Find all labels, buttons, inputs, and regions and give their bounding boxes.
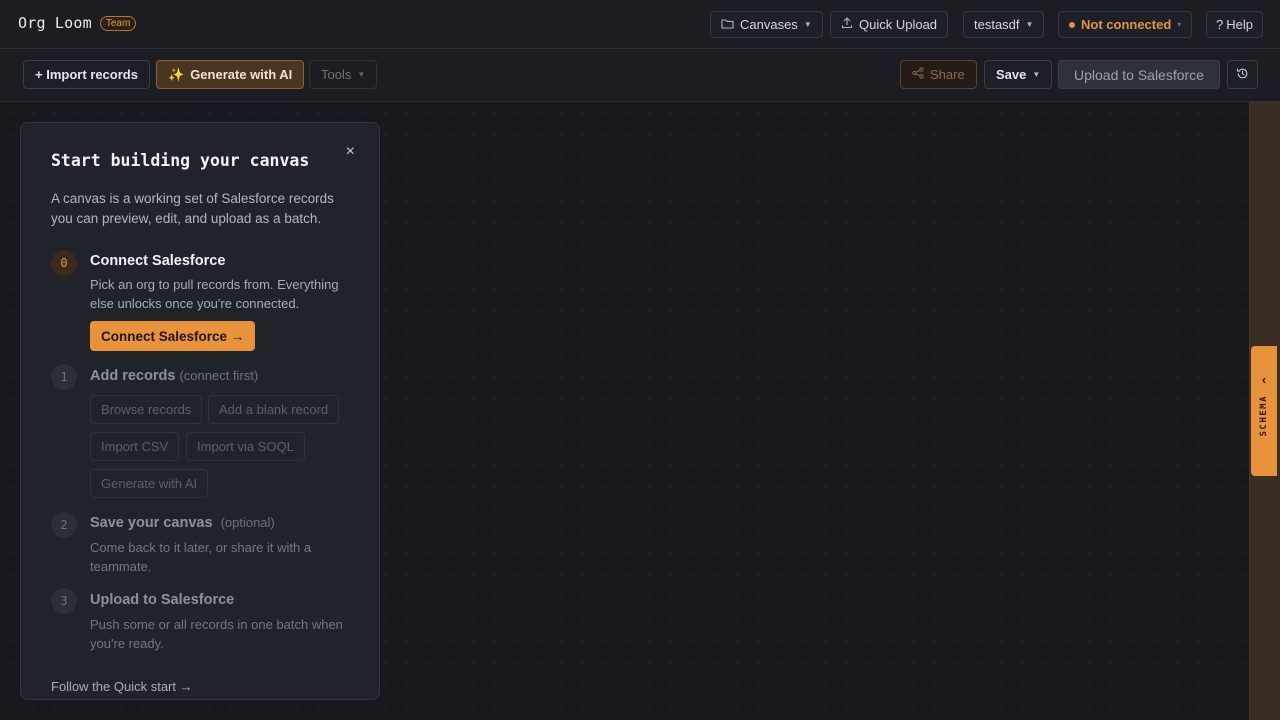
- brand[interactable]: Org Loom Team: [18, 14, 137, 32]
- onboarding-panel: × Start building your canvas A canvas is…: [20, 122, 380, 700]
- panel-intro: A canvas is a working set of Salesforce …: [51, 191, 334, 226]
- canvases-button[interactable]: Canvases ▼: [710, 11, 823, 38]
- generate-ai-chip[interactable]: Generate with AI: [90, 469, 209, 498]
- connection-status-button[interactable]: Not connected ▾: [1058, 11, 1193, 38]
- caret-down-icon: ▼: [1032, 70, 1041, 79]
- import-soql-button[interactable]: Import via SOQL: [186, 432, 305, 461]
- quick-start-link[interactable]: Follow the Quick start →: [51, 679, 193, 694]
- help-button[interactable]: ? Help: [1206, 11, 1263, 38]
- add-blank-record-button[interactable]: Add a blank record: [208, 395, 340, 424]
- schema-toggle[interactable]: ‹ SCHEMA: [1251, 346, 1277, 476]
- close-icon[interactable]: ×: [346, 143, 355, 161]
- step-desc-upload: Push some or all records in one batch wh…: [90, 617, 343, 651]
- status-dot-icon: [1069, 21, 1075, 28]
- step-subtitle: (connect first): [179, 368, 259, 383]
- step-desc-connect: Pick an org to pull records from. Everyt…: [90, 277, 339, 311]
- step-number: 0: [51, 250, 77, 276]
- chevron-left-icon: ‹: [1261, 372, 1267, 387]
- caret-down-icon: ▾: [1177, 20, 1182, 29]
- upload-to-salesforce-label: Upload to Salesforce: [1074, 66, 1204, 83]
- schema-label: SCHEMA: [1259, 395, 1269, 437]
- step-title-text: Save your canvas: [90, 515, 213, 531]
- history-icon: [1236, 67, 1249, 83]
- plan-badge: Team: [99, 15, 137, 31]
- app-name: Org Loom: [18, 14, 92, 32]
- caret-down-icon: ▼: [357, 70, 366, 79]
- step-title-connect: Connect Salesforce: [90, 253, 226, 269]
- upload-icon: [841, 17, 853, 32]
- generate-ai-label: Generate with AI: [190, 67, 293, 82]
- step-title-save: Save your canvas (optional): [90, 515, 275, 531]
- save-label: Save: [996, 67, 1027, 82]
- step-title-add-records: Add records (connect first): [90, 368, 258, 384]
- step-title-text: Add records: [90, 368, 176, 384]
- tools-label: Tools: [321, 67, 352, 82]
- question-icon: ?: [1216, 17, 1224, 32]
- step-number: 3: [51, 588, 77, 614]
- step-subtitle: (optional): [220, 515, 275, 530]
- caret-down-icon: ▼: [803, 20, 812, 29]
- step-number: 2: [51, 512, 77, 538]
- org-selector[interactable]: testasdf ▼: [963, 11, 1045, 38]
- sparkles-icon: ✨: [168, 66, 185, 82]
- step-number: 1: [51, 364, 77, 390]
- top-bar: Org Loom Team Canvases ▼ Quick Upload te…: [0, 0, 1280, 49]
- step-desc-save: Come back to it later, or share it with …: [90, 540, 312, 574]
- panel-title: Start building your canvas: [51, 151, 310, 170]
- toolbar: + Import records ✨ Generate with AI Tool…: [0, 49, 1280, 102]
- connect-salesforce-button[interactable]: Connect Salesforce →: [90, 321, 256, 351]
- caret-down-icon: ▼: [1025, 20, 1034, 29]
- save-button[interactable]: Save ▼: [984, 60, 1053, 89]
- connection-status: Not connected: [1081, 17, 1172, 32]
- canvases-label: Canvases: [740, 17, 798, 32]
- quick-upload-button[interactable]: Quick Upload: [830, 11, 949, 38]
- folder-icon: [721, 17, 734, 32]
- generate-ai-button[interactable]: ✨ Generate with AI: [156, 60, 305, 89]
- browse-records-button[interactable]: Browse records: [90, 395, 203, 424]
- quick-upload-label: Quick Upload: [859, 17, 938, 32]
- upload-to-salesforce-button[interactable]: Upload to Salesforce: [1058, 60, 1220, 89]
- org-name: testasdf: [974, 17, 1020, 32]
- help-label: Help: [1226, 17, 1253, 32]
- import-csv-button[interactable]: Import CSV: [90, 432, 180, 461]
- import-records-button[interactable]: + Import records: [23, 60, 150, 89]
- share-icon: [912, 67, 924, 82]
- tools-button[interactable]: Tools ▼: [309, 60, 378, 89]
- share-label: Share: [930, 67, 965, 82]
- import-records-label: + Import records: [35, 67, 138, 82]
- history-button[interactable]: [1227, 60, 1258, 89]
- share-button[interactable]: Share: [900, 60, 977, 89]
- step-title-upload: Upload to Salesforce: [90, 592, 235, 608]
